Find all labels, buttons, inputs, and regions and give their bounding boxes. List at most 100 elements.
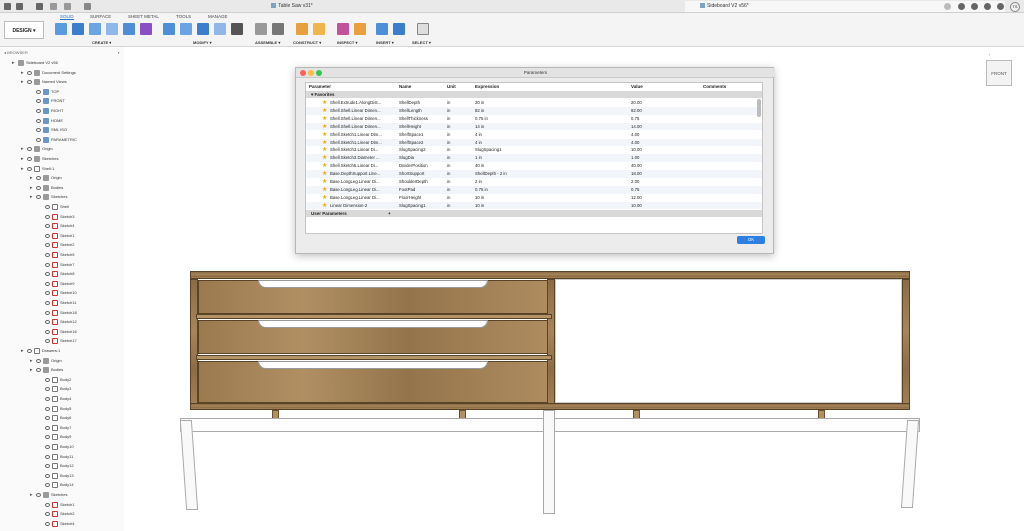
browser-item[interactable]: Sketch2 xyxy=(39,240,74,249)
browser-item[interactable]: Body10 xyxy=(39,442,74,451)
favorite-star-icon[interactable]: ★ xyxy=(322,124,327,130)
browser-item[interactable]: Sketch16 xyxy=(39,327,77,336)
shell-icon[interactable] xyxy=(214,23,226,35)
column-header-unit[interactable]: Unit xyxy=(447,83,456,90)
notifications-icon[interactable] xyxy=(984,3,991,10)
browser-item[interactable]: ▸ Drawers:1 xyxy=(21,346,60,355)
visibility-eye-icon[interactable] xyxy=(36,128,41,133)
visibility-eye-icon[interactable] xyxy=(36,176,41,181)
expand-chevron-icon[interactable]: ▸ xyxy=(21,78,26,87)
param-name[interactable]: ShelfSpace2 xyxy=(399,139,445,147)
visibility-eye-icon[interactable] xyxy=(45,300,50,305)
browser-item[interactable]: Sketch1 xyxy=(39,231,74,240)
browser-item[interactable]: RIGHT xyxy=(30,106,63,115)
zoom-icon[interactable] xyxy=(316,70,322,76)
visibility-eye-icon[interactable] xyxy=(45,233,50,238)
press-pull-icon[interactable] xyxy=(163,23,175,35)
favorite-star-icon[interactable]: ★ xyxy=(322,179,327,185)
save-icon[interactable] xyxy=(36,3,43,10)
browser-item[interactable]: Sketch11 xyxy=(39,298,76,307)
visibility-eye-icon[interactable] xyxy=(45,483,50,488)
parameter-row[interactable]: ★ Shell.Shell.Linear Dimen... ShellLength i… xyxy=(306,106,762,115)
visibility-eye-icon[interactable] xyxy=(45,464,50,469)
parameter-row[interactable]: ★ Shell.Shell.Linear Dimen... ShellHeight i… xyxy=(306,122,762,131)
file-icon[interactable] xyxy=(16,3,23,10)
param-name[interactable]: FloorHeight xyxy=(399,194,445,202)
visibility-eye-icon[interactable] xyxy=(36,118,41,123)
select-icon[interactable] xyxy=(417,23,429,35)
param-name[interactable]: ShellLength xyxy=(399,107,445,115)
browser-item[interactable]: TOP xyxy=(30,87,59,96)
visibility-eye-icon[interactable] xyxy=(45,204,50,209)
visibility-eye-icon[interactable] xyxy=(45,425,50,430)
parameter-row[interactable]: ★ Shell.Sketch1.Linear Dim... ShelfSpace1 i… xyxy=(306,131,762,139)
group-select[interactable]: SELECT ▾ xyxy=(412,40,431,45)
visibility-eye-icon[interactable] xyxy=(45,521,50,526)
visibility-eye-icon[interactable] xyxy=(45,214,50,219)
revolve-icon[interactable] xyxy=(89,23,101,35)
visibility-eye-icon[interactable] xyxy=(27,147,32,152)
visibility-eye-icon[interactable] xyxy=(45,435,50,440)
add-parameter-icon[interactable]: + xyxy=(388,211,391,216)
visibility-eye-icon[interactable] xyxy=(36,99,41,104)
visibility-eye-icon[interactable] xyxy=(45,291,50,296)
param-expression[interactable]: 4 in xyxy=(475,139,625,147)
param-expression[interactable]: 40 in xyxy=(475,162,625,170)
tab-tools[interactable]: TOOLS xyxy=(176,14,191,19)
visibility-eye-icon[interactable] xyxy=(45,310,50,315)
param-name[interactable]: ShortSupport xyxy=(399,170,445,178)
browser-item[interactable]: Sketch3 xyxy=(39,212,74,221)
browser-item[interactable]: HOME xyxy=(30,116,63,125)
app-menu-icon[interactable] xyxy=(4,3,11,10)
favorites-section[interactable]: ▾ Favorites xyxy=(306,91,762,98)
favorite-star-icon[interactable]: ★ xyxy=(322,147,327,153)
browser-item[interactable]: SML ISO xyxy=(30,125,67,134)
visibility-eye-icon[interactable] xyxy=(36,358,41,363)
column-header-parameter[interactable]: Parameter xyxy=(309,83,331,90)
expand-chevron-icon[interactable]: ▸ xyxy=(30,491,35,500)
visibility-eye-icon[interactable] xyxy=(45,262,50,267)
insert-canvas-icon[interactable] xyxy=(393,23,405,35)
browser-pin-icon[interactable]: ▪ xyxy=(118,48,119,57)
measure-icon[interactable] xyxy=(337,23,349,35)
browser-item[interactable]: Sketch1 xyxy=(39,500,74,509)
browser-item[interactable]: Sketch4 xyxy=(39,221,74,230)
group-construct[interactable]: CONSTRUCT ▾ xyxy=(293,40,321,45)
group-assemble[interactable]: ASSEMBLE ▾ xyxy=(255,40,280,45)
column-header-expression[interactable]: Expression xyxy=(475,83,499,90)
visibility-eye-icon[interactable] xyxy=(36,195,41,200)
tab-solid[interactable]: SOLID xyxy=(60,14,74,20)
param-expression[interactable]: 20 in xyxy=(475,99,625,107)
param-expression[interactable]: 0.75 in xyxy=(475,186,625,194)
favorite-star-icon[interactable]: ★ xyxy=(322,203,327,209)
table-scrollbar[interactable] xyxy=(757,99,761,117)
expand-chevron-icon[interactable]: ▸ xyxy=(21,347,26,356)
expand-chevron-icon[interactable]: ▸ xyxy=(30,366,35,375)
favorite-star-icon[interactable]: ★ xyxy=(322,116,327,122)
param-name[interactable]: DividerPosition xyxy=(399,162,445,170)
visibility-eye-icon[interactable] xyxy=(45,454,50,459)
visibility-eye-icon[interactable] xyxy=(45,512,50,517)
as-built-joint-icon[interactable] xyxy=(272,23,284,35)
favorite-star-icon[interactable]: ★ xyxy=(322,140,327,146)
tab-manage[interactable]: MANAGE xyxy=(208,14,228,19)
param-name[interactable]: ShellDepth xyxy=(399,99,445,107)
visibility-eye-icon[interactable] xyxy=(36,108,41,113)
browser-item[interactable]: Sketch4 xyxy=(39,519,74,528)
visibility-eye-icon[interactable] xyxy=(45,396,50,401)
visibility-eye-icon[interactable] xyxy=(45,329,50,334)
browser-item[interactable]: Sketch10 xyxy=(39,288,77,297)
visibility-eye-icon[interactable] xyxy=(36,185,41,190)
favorite-star-icon[interactable]: ★ xyxy=(322,155,327,161)
browser-item[interactable]: ▸ Named Views xyxy=(21,77,67,86)
param-expression[interactable]: 1 in xyxy=(475,154,625,162)
redo-icon[interactable] xyxy=(64,3,71,10)
browser-item[interactable]: ▸ Origin xyxy=(30,356,62,365)
extrude-icon[interactable] xyxy=(72,23,84,35)
minimize-icon[interactable] xyxy=(308,70,314,76)
workspace-switcher[interactable]: DESIGN ▾ xyxy=(4,21,44,39)
undo-icon[interactable] xyxy=(50,3,57,10)
param-name[interactable]: FootPad xyxy=(399,186,445,194)
parameter-row[interactable]: ★ Shell.Sketch3.Linear Di... SlugSpacing2 i… xyxy=(306,146,762,154)
visibility-eye-icon[interactable] xyxy=(45,473,50,478)
